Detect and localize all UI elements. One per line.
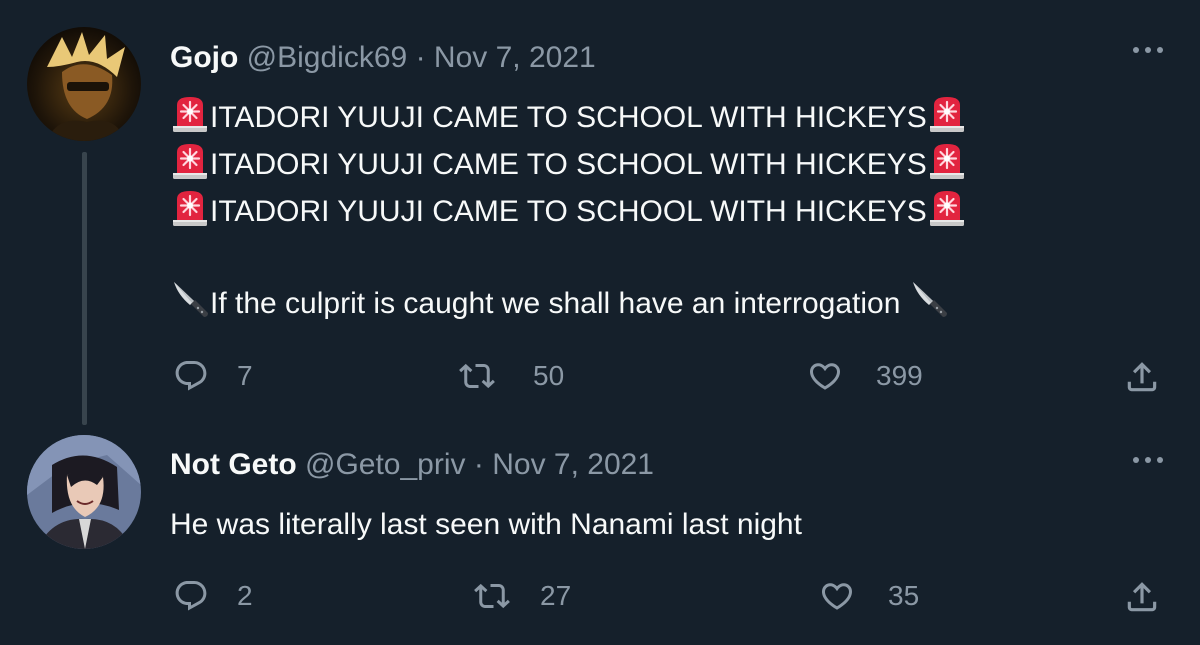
timestamp[interactable]: Nov 7, 2021 (492, 448, 654, 481)
handle[interactable]: @Geto_priv (305, 448, 466, 481)
reply-count: 2 (237, 580, 253, 611)
more-icon[interactable] (1128, 38, 1168, 58)
reply-icon (175, 581, 207, 611)
police-light-icon (170, 93, 210, 133)
police-light-icon (927, 93, 967, 133)
timestamp[interactable]: Nov 7, 2021 (434, 41, 596, 74)
separator: · (473, 448, 484, 481)
reply-button[interactable]: 2 (173, 578, 253, 614)
tweet-text: ITADORI YUUJI CAME TO SCHOOL WITH HICKEY… (170, 93, 967, 326)
more-icon[interactable] (1128, 448, 1168, 468)
police-light-icon (927, 140, 967, 180)
retweet-button[interactable]: 27 (472, 578, 571, 614)
retweet-icon (459, 363, 495, 389)
retweet-icon (474, 583, 510, 609)
heart-icon (821, 583, 853, 610)
share-button[interactable] (1123, 358, 1161, 396)
retweet-count: 50 (533, 360, 565, 391)
like-count: 399 (876, 360, 923, 391)
tweet-line: ITADORI YUUJI CAME TO SCHOOL WITH HICKEY… (170, 93, 967, 140)
thread-line (82, 152, 87, 425)
reply-button[interactable]: 7 (173, 358, 253, 394)
retweet-count: 27 (540, 580, 572, 611)
tweet-line: ITADORI YUUJI CAME TO SCHOOL WITH HICKEY… (170, 140, 967, 187)
tweet-header: Not Geto @Geto_priv · Nov 7, 2021 (170, 447, 654, 483)
retweet-button[interactable]: 50 (457, 358, 564, 394)
like-button[interactable]: 35 (818, 578, 919, 614)
avatar[interactable] (27, 27, 141, 141)
knife-icon (170, 279, 210, 319)
heart-icon (809, 363, 841, 390)
police-light-icon (170, 140, 210, 180)
handle[interactable]: @Bigdick69 (247, 41, 408, 74)
tweet-line: If the culprit is caught we shall have a… (170, 279, 967, 326)
display-name[interactable]: Gojo (170, 41, 238, 74)
separator: · (415, 41, 426, 74)
tweet-text: He was literally last seen with Nanami l… (170, 508, 802, 541)
tweet-line: ITADORI YUUJI CAME TO SCHOOL WITH HICKEY… (170, 187, 967, 234)
like-button[interactable]: 399 (806, 358, 923, 394)
display-name[interactable]: Not Geto (170, 448, 297, 481)
share-icon (1127, 582, 1157, 612)
police-light-icon (927, 187, 967, 227)
like-count: 35 (888, 580, 920, 611)
reply-icon (175, 361, 207, 391)
share-icon (1127, 362, 1157, 392)
knife-icon (909, 279, 949, 319)
reply-count: 7 (237, 360, 253, 391)
avatar[interactable] (27, 435, 141, 549)
share-button[interactable] (1123, 578, 1161, 616)
police-light-icon (170, 187, 210, 227)
tweet-header: Gojo @Bigdick69 · Nov 7, 2021 (170, 40, 596, 76)
